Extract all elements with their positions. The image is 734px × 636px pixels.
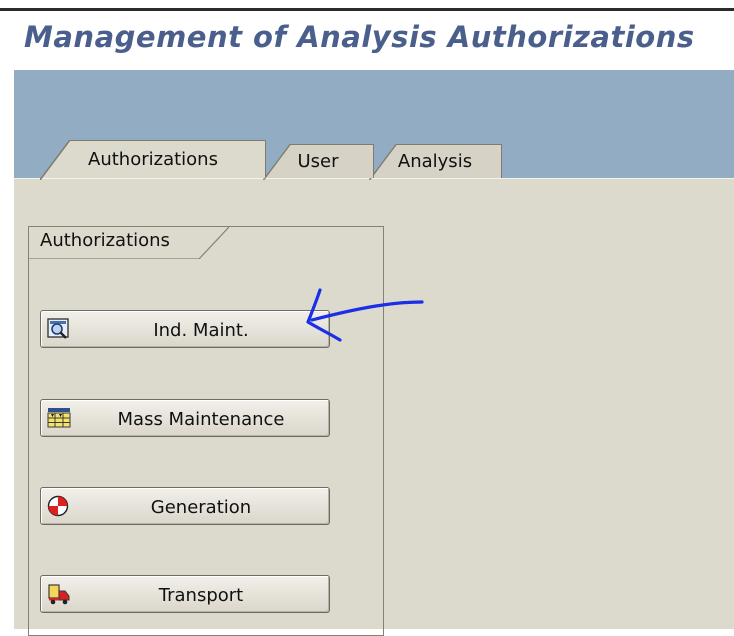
generate-icon (47, 495, 69, 517)
truck-icon (48, 584, 70, 605)
transport-button[interactable]: Transport (40, 575, 330, 613)
table-grid-icon (47, 408, 71, 428)
tab-corner (262, 144, 292, 180)
mass-maintenance-button[interactable]: Mass Maintenance (40, 399, 330, 437)
button-label: Mass Maintenance (117, 408, 285, 430)
magnifier-icon (47, 318, 69, 339)
button-label: Generation (150, 496, 252, 518)
top-divider-line (0, 8, 734, 11)
tab-analysis[interactable]: Analysis (368, 144, 502, 180)
annotation-arrow (306, 288, 424, 342)
tab-label: Analysis (397, 151, 473, 172)
individual-maintenance-button[interactable]: Ind. Maint. (40, 310, 330, 348)
tab-label: User (297, 151, 339, 172)
tab-corner (40, 140, 70, 180)
tab-user[interactable]: User (262, 144, 374, 180)
button-label: Transport (158, 584, 244, 606)
group-title: Authorizations (40, 230, 170, 251)
page-title: Management of Analysis Authorizations (24, 20, 695, 54)
button-label: Ind. Maint. (153, 319, 249, 341)
tab-authorizations[interactable]: Authorizations (40, 140, 266, 180)
generation-button[interactable]: Generation (40, 487, 330, 525)
tab-label: Authorizations (88, 149, 218, 170)
